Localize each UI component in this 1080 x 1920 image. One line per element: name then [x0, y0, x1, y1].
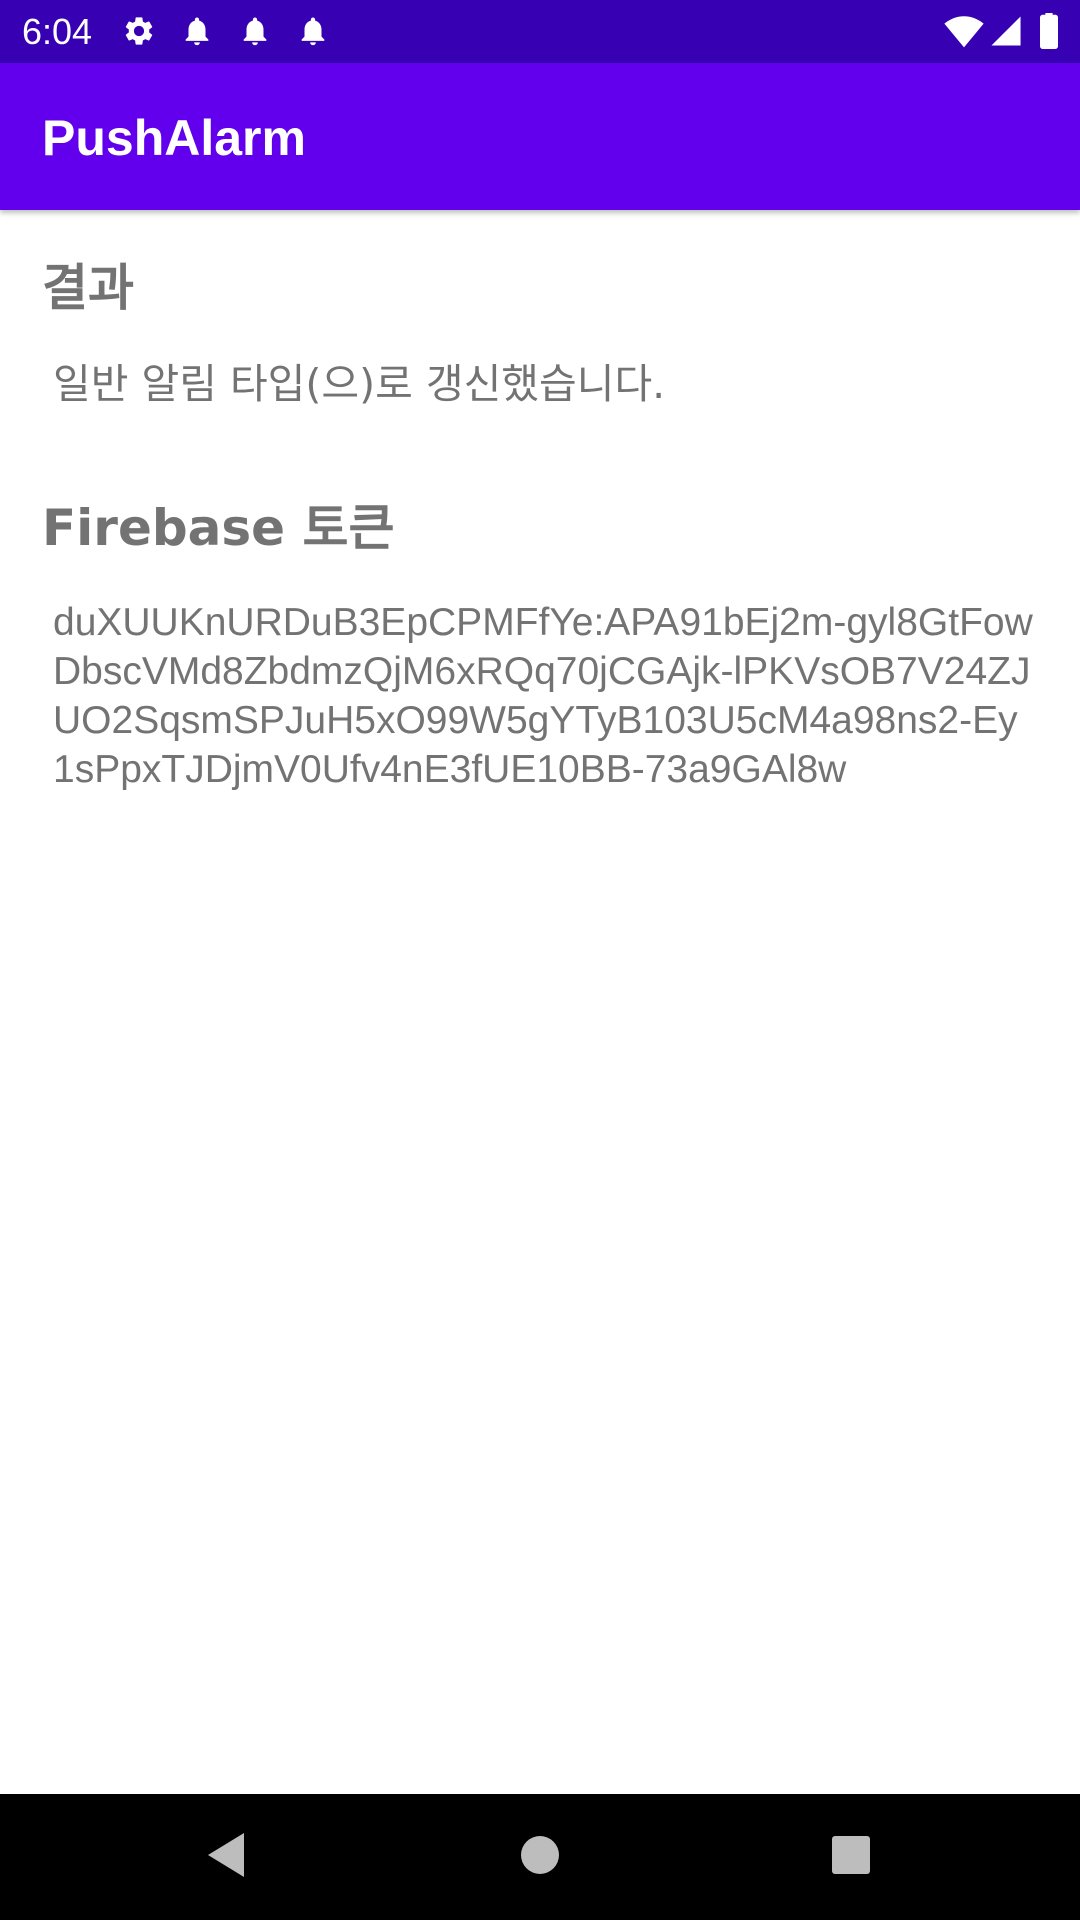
- screen: 6:04 PushAlarm 결과 일반 알림 타입(으)로 갱신했습니다. F…: [0, 0, 1080, 1920]
- home-button[interactable]: [477, 1794, 603, 1920]
- battery-icon: [1038, 13, 1060, 49]
- bell-icon: [238, 14, 272, 48]
- signal-icon: [990, 13, 1022, 49]
- navigation-bar: [0, 1794, 1080, 1920]
- recents-button[interactable]: [788, 1794, 914, 1920]
- wifi-icon: [944, 13, 984, 49]
- status-time: 6:04: [22, 11, 93, 52]
- bell-icon: [296, 14, 330, 48]
- app-title: PushAlarm: [42, 110, 306, 166]
- token-value: duXUUKnURDuB3EpCPMFfYe:APA91bEj2m-gyl8Gt…: [53, 601, 1033, 791]
- gear-icon: [122, 14, 156, 48]
- bell-icon: [180, 14, 214, 48]
- back-button[interactable]: [163, 1794, 289, 1920]
- home-icon: [520, 1835, 560, 1880]
- token-heading: Firebase 토큰: [42, 499, 395, 557]
- status-bar: 6:04: [0, 0, 1080, 63]
- app-bar: PushAlarm: [0, 63, 1080, 210]
- result-heading: 결과: [42, 259, 134, 317]
- result-message: 일반 알림 타입(으)로 갱신했습니다.: [53, 360, 666, 408]
- back-icon: [204, 1831, 248, 1884]
- recents-icon: [831, 1835, 871, 1880]
